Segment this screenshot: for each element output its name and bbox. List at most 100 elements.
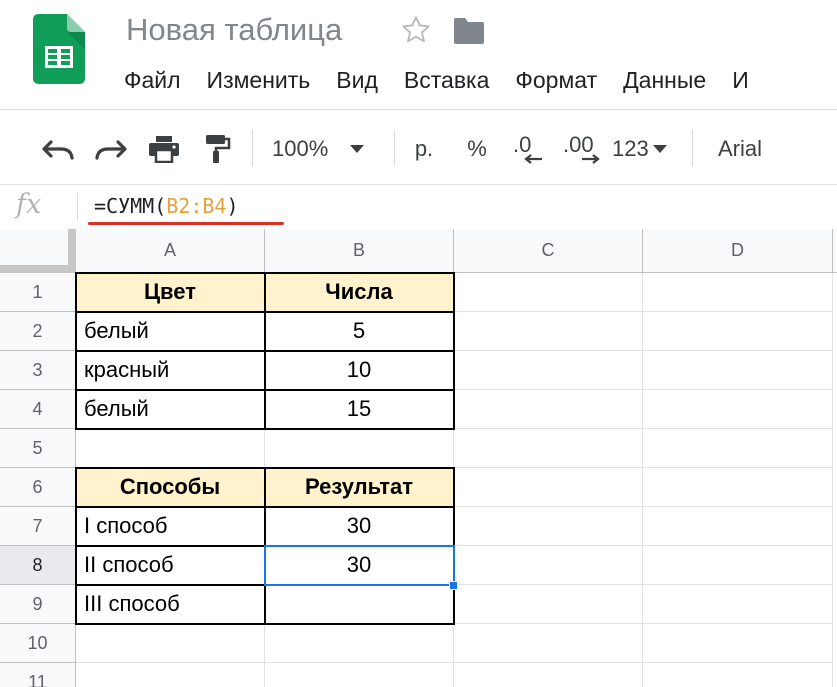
cell-c4[interactable]: [454, 390, 643, 429]
fx-icon: fx: [16, 189, 42, 220]
row-header-7[interactable]: 7: [0, 507, 76, 546]
cell-b11[interactable]: [265, 663, 454, 687]
toolbar: 100% р. % .0 .00 123 Arial: [0, 110, 837, 185]
cell-d9[interactable]: [643, 585, 833, 624]
document-title[interactable]: Новая таблица: [126, 12, 342, 48]
cell-d4[interactable]: [643, 390, 833, 429]
row-header-3[interactable]: 3: [0, 351, 76, 390]
cell-d10[interactable]: [643, 624, 833, 663]
star-outline-icon[interactable]: [400, 14, 432, 46]
paint-format-icon[interactable]: [199, 134, 235, 164]
cell-d1[interactable]: [643, 273, 833, 312]
row-header-9[interactable]: 9: [0, 585, 76, 624]
column-header-a[interactable]: A: [76, 229, 265, 273]
currency-format-button[interactable]: р.: [406, 134, 442, 164]
fill-handle[interactable]: [449, 581, 458, 590]
row-header-8[interactable]: 8: [0, 546, 76, 585]
menu-format[interactable]: Формат: [515, 64, 597, 96]
cell-c1[interactable]: [454, 273, 643, 312]
column-header-d[interactable]: D: [643, 229, 833, 273]
cell-c6[interactable]: [454, 468, 643, 507]
table-border-line: [75, 545, 455, 547]
cell-c3[interactable]: [454, 351, 643, 390]
column-header-b[interactable]: B: [265, 229, 454, 273]
menu-data[interactable]: Данные: [623, 64, 706, 96]
cell-d11[interactable]: [643, 663, 833, 687]
row-header-5[interactable]: 5: [0, 429, 76, 468]
cell-b6[interactable]: Результат: [265, 468, 454, 507]
cell-a5[interactable]: [76, 429, 265, 468]
formula-range-ref: B2:B4: [166, 194, 227, 218]
cell-d6[interactable]: [643, 468, 833, 507]
column-header-c[interactable]: C: [454, 229, 643, 273]
cell-c2[interactable]: [454, 312, 643, 351]
redo-icon[interactable]: [93, 134, 129, 164]
caret-down-icon: [652, 145, 667, 153]
zoom-value: 100%: [272, 136, 329, 161]
cell-b8[interactable]: 30: [265, 546, 454, 585]
cell-a4[interactable]: белый: [76, 390, 265, 429]
cell-a9[interactable]: III способ: [76, 585, 265, 624]
formula-prefix: =СУММ(: [94, 194, 167, 218]
table-border-line: [75, 584, 455, 586]
row-header-2[interactable]: 2: [0, 312, 76, 351]
google-sheets-logo[interactable]: [33, 14, 85, 84]
cell-c8[interactable]: [454, 546, 643, 585]
menu-tools-truncated[interactable]: И: [732, 64, 749, 96]
cell-b3[interactable]: 10: [265, 351, 454, 390]
cell-c11[interactable]: [454, 663, 643, 687]
menu-file[interactable]: Файл: [124, 64, 181, 96]
cell-a11[interactable]: [76, 663, 265, 687]
menu-bar: Файл Изменить Вид Вставка Формат Данные И: [124, 64, 775, 96]
cell-b2[interactable]: 5: [265, 312, 454, 351]
row-header-11[interactable]: 11: [0, 663, 76, 687]
cell-b7[interactable]: 30: [265, 507, 454, 546]
print-icon[interactable]: [146, 134, 182, 164]
freeze-handle-horizontal[interactable]: [0, 265, 76, 273]
cell-d2[interactable]: [643, 312, 833, 351]
cell-c10[interactable]: [454, 624, 643, 663]
increase-decimals-button[interactable]: .00: [557, 134, 607, 164]
select-all-corner[interactable]: [0, 229, 76, 273]
caret-down-icon: [350, 145, 365, 153]
formula-input[interactable]: =СУММ(B2:B4): [94, 194, 239, 218]
cell-d5[interactable]: [643, 429, 833, 468]
menu-insert[interactable]: Вставка: [404, 64, 490, 96]
cell-b4[interactable]: 15: [265, 390, 454, 429]
cell-a3[interactable]: красный: [76, 351, 265, 390]
cell-a7[interactable]: I способ: [76, 507, 265, 546]
undo-icon[interactable]: [40, 134, 76, 164]
percent-format-button[interactable]: %: [460, 134, 494, 164]
cell-b9[interactable]: [265, 585, 454, 624]
formula-suffix: ): [226, 194, 239, 218]
row-header-1[interactable]: 1: [0, 273, 76, 312]
cell-d8[interactable]: [643, 546, 833, 585]
row-header-6[interactable]: 6: [0, 468, 76, 507]
cell-a6[interactable]: Способы: [76, 468, 265, 507]
cell-a8[interactable]: II способ: [76, 546, 265, 585]
toolbar-separator: [394, 130, 395, 166]
cell-a10[interactable]: [76, 624, 265, 663]
table-border-line: [75, 506, 455, 508]
column-header-e[interactable]: [833, 229, 837, 273]
row-header-4[interactable]: 4: [0, 390, 76, 429]
cell-a2[interactable]: белый: [76, 312, 265, 351]
zoom-select[interactable]: 100%: [272, 134, 380, 164]
cell-b10[interactable]: [265, 624, 454, 663]
arrow-left-icon: [524, 154, 542, 164]
cell-d3[interactable]: [643, 351, 833, 390]
cell-b1[interactable]: Числа: [265, 273, 454, 312]
row-header-10[interactable]: 10: [0, 624, 76, 663]
decrease-decimals-button[interactable]: .0: [505, 134, 549, 164]
cell-c5[interactable]: [454, 429, 643, 468]
cell-a1[interactable]: Цвет: [76, 273, 265, 312]
cell-c7[interactable]: [454, 507, 643, 546]
font-select[interactable]: Arial: [718, 134, 808, 164]
menu-edit[interactable]: Изменить: [207, 64, 311, 96]
menu-view[interactable]: Вид: [336, 64, 378, 96]
cell-b5[interactable]: [265, 429, 454, 468]
more-formats-button[interactable]: 123: [612, 134, 674, 164]
cell-c9[interactable]: [454, 585, 643, 624]
folder-icon[interactable]: [452, 17, 486, 45]
cell-d7[interactable]: [643, 507, 833, 546]
